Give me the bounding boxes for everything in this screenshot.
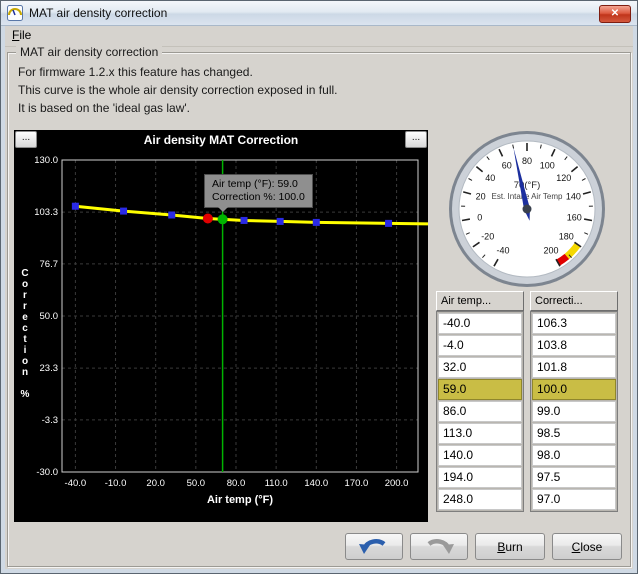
close-button[interactable]: Close	[552, 533, 622, 560]
svg-text:70(°F): 70(°F)	[514, 180, 541, 191]
table-cell[interactable]: 194.0	[438, 467, 522, 488]
svg-text:-30.0: -30.0	[36, 467, 58, 478]
correction-column-header: Correcti...	[530, 291, 618, 311]
info-line-3: It is based on the 'ideal gas law'.	[18, 101, 190, 115]
info-line-1: For firmware 1.2.x this feature has chan…	[18, 65, 253, 79]
air-temp-column: Air temp... -40.0-4.032.059.086.0113.014…	[436, 291, 524, 512]
table-cell[interactable]: 98.5	[532, 423, 616, 444]
svg-text:0: 0	[477, 212, 482, 222]
table-cell[interactable]: -40.0	[438, 313, 522, 334]
svg-text:200.0: 200.0	[385, 478, 409, 489]
svg-text:20: 20	[476, 192, 486, 202]
table-cell[interactable]: 98.0	[532, 445, 616, 466]
svg-text:50.0: 50.0	[40, 311, 59, 322]
redo-icon	[421, 536, 457, 558]
svg-text:-40.0: -40.0	[65, 478, 87, 489]
redo-button[interactable]	[410, 533, 468, 560]
tooltip-airtemp: Air temp (°F): 59.0	[212, 178, 305, 191]
mat-correction-groupbox: MAT air density correction For firmware …	[7, 52, 631, 567]
svg-text:140: 140	[566, 192, 581, 202]
dialog-window: MAT air density correction ✕ File MAT ai…	[0, 0, 638, 574]
table-cell[interactable]: 103.8	[532, 335, 616, 356]
burn-button[interactable]: Burn	[475, 533, 545, 560]
table-cell[interactable]: 100.0	[532, 379, 616, 400]
table-cell[interactable]: 32.0	[438, 357, 522, 378]
table-cell[interactable]: 99.0	[532, 401, 616, 422]
svg-text:103.3: 103.3	[34, 207, 58, 218]
titlebar[interactable]: MAT air density correction ✕	[1, 1, 637, 26]
svg-text:Air temp (°F): Air temp (°F)	[207, 494, 273, 506]
svg-text:20.0: 20.0	[146, 478, 165, 489]
table-cell[interactable]: 101.8	[532, 357, 616, 378]
undo-button[interactable]	[345, 533, 403, 560]
svg-text:170.0: 170.0	[345, 478, 369, 489]
svg-text:23.3: 23.3	[40, 363, 59, 374]
svg-text:110.0: 110.0	[265, 478, 288, 489]
table-cell[interactable]: -4.0	[438, 335, 522, 356]
chart-title: Air density MAT Correction	[14, 133, 428, 147]
point-tooltip: Air temp (°F): 59.0 Correction %: 100.0	[204, 174, 313, 208]
table-cell[interactable]: 97.5	[532, 467, 616, 488]
table-cell[interactable]: 86.0	[438, 401, 522, 422]
svg-text:180: 180	[559, 232, 574, 242]
tooltip-correction: Correction %: 100.0	[212, 191, 305, 204]
correction-table: Air temp... -40.0-4.032.059.086.0113.014…	[436, 291, 622, 515]
window-title: MAT air density correction	[29, 6, 167, 20]
groupbox-title: MAT air density correction	[16, 45, 162, 59]
correction-column-body: 106.3103.8101.8100.099.098.598.097.597.0	[530, 311, 618, 512]
close-window-button[interactable]: ✕	[599, 5, 631, 23]
gauge-dial: -40-2002040608010012014016018020070(°F)E…	[432, 127, 622, 291]
svg-text:120: 120	[556, 173, 571, 183]
svg-text:160: 160	[567, 212, 582, 222]
air-temp-gauge: -40-2002040608010012014016018020070(°F)E…	[432, 127, 622, 291]
svg-text:130.0: 130.0	[34, 155, 58, 166]
menu-file[interactable]: File	[5, 26, 38, 44]
table-cell[interactable]: 59.0	[438, 379, 522, 400]
svg-text:76.7: 76.7	[40, 259, 59, 270]
table-cell[interactable]: 97.0	[532, 489, 616, 510]
table-cell[interactable]: 248.0	[438, 489, 522, 510]
undo-icon	[356, 536, 392, 558]
svg-text:-3.3: -3.3	[42, 415, 58, 426]
window-icon	[7, 5, 23, 21]
table-cell[interactable]: 106.3	[532, 313, 616, 334]
air-temp-column-body: -40.0-4.032.059.086.0113.0140.0194.0248.…	[436, 311, 524, 512]
air-temp-column-header: Air temp...	[436, 291, 524, 311]
svg-text:200: 200	[543, 246, 558, 256]
svg-text:140.0: 140.0	[304, 478, 328, 489]
svg-text:-10.0: -10.0	[105, 478, 127, 489]
svg-text:-20: -20	[481, 232, 494, 242]
svg-text:60: 60	[502, 161, 512, 171]
dialog-client-area: File MAT air density correction For firm…	[5, 26, 633, 569]
table-cell[interactable]: 140.0	[438, 445, 522, 466]
button-row: Burn Close	[345, 533, 622, 560]
svg-text:100: 100	[540, 161, 555, 171]
table-cell[interactable]: 113.0	[438, 423, 522, 444]
menubar: File	[5, 26, 633, 47]
y-axis-label: Correction %	[18, 268, 32, 400]
svg-text:-40: -40	[496, 246, 509, 256]
info-line-2: This curve is the whole air density corr…	[18, 83, 337, 97]
svg-text:80.0: 80.0	[227, 478, 246, 489]
svg-text:50.0: 50.0	[187, 478, 206, 489]
correction-curve-chart: ... ... Air density MAT Correction -40.0…	[14, 130, 428, 522]
svg-text:80: 80	[522, 156, 532, 166]
correction-column: Correcti... 106.3103.8101.8100.099.098.5…	[530, 291, 618, 512]
svg-text:40: 40	[485, 173, 495, 183]
